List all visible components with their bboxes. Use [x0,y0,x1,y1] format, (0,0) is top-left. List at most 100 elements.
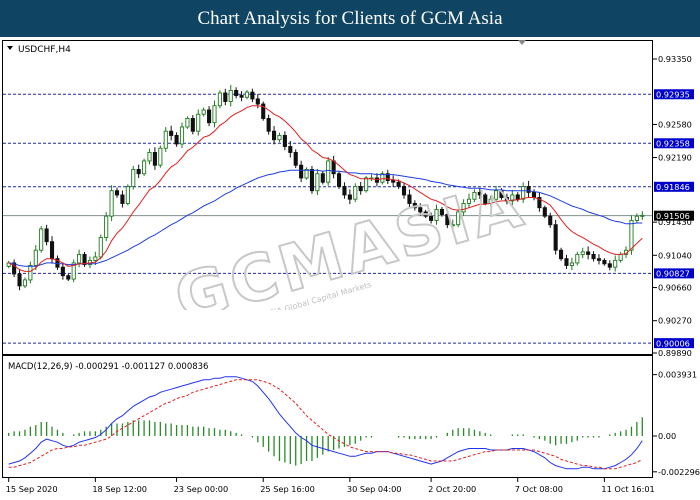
level-price-tag-label: 0.91846 [656,182,690,192]
candle-body [618,253,623,261]
price-tick-label: 0.92190 [658,153,692,163]
candle-body [77,253,82,264]
candle-body [174,135,179,145]
time-tick-label: 30 Sep 04:00 [347,484,402,494]
chart-shift-marker-icon [518,40,526,45]
candle-body [49,241,55,260]
candle-body [477,191,482,196]
candle-body [591,253,596,260]
candle-body [461,202,466,213]
candle-body [439,208,444,215]
candle-body [207,109,212,124]
candle-body [185,118,190,128]
candle-body [521,186,526,200]
candle-body [196,113,201,132]
candle-body [347,194,352,200]
candle-body [407,194,412,204]
candle-body [136,169,141,175]
candlestick-series [6,84,645,291]
candle-body [596,258,602,261]
candle-body [412,202,417,209]
candle-body [255,98,260,105]
candle-body [309,169,315,192]
candle-body [147,152,152,162]
candle-body [104,215,109,238]
level-price-tag-label: 0.92358 [656,139,690,149]
macd-histogram [8,417,643,466]
candle-body [515,194,520,200]
candle-body [228,89,233,102]
candle-body [494,190,499,200]
candle-body [634,215,639,221]
candle-body [553,224,558,251]
candle-body [142,160,147,175]
candle-body [93,256,98,261]
level-price-tag-label: 0.92935 [656,90,690,100]
chart-banner-title: Chart Analysis for Clients of GCM Asia [0,0,700,37]
candle-body [28,265,33,281]
time-tick-label: 25 Sep 16:00 [260,484,315,494]
candle-body [223,92,228,102]
candle-body [234,89,239,96]
price-tick-label: 0.91040 [658,250,692,260]
candle-body [559,249,564,260]
candle-body [152,152,157,166]
candle-body [169,130,174,136]
candle-body [244,91,250,98]
price-axis: 0.933500.925800.921900.914300.910400.906… [653,54,692,358]
candle-body [320,173,325,183]
candle-body [575,253,580,264]
candle-body [526,186,531,193]
candle-body [401,186,407,196]
candle-body [120,194,125,204]
time-tick-label: 18 Sep 12:00 [92,484,147,494]
candle-body [569,262,574,266]
time-tick-label: 15 Sep 2020 [6,484,58,494]
macd-axis: 0.003931 0.00 -0.002296 [653,370,700,477]
candle-body [293,152,298,166]
candle-body [22,279,28,287]
candle-body [548,215,553,226]
candle-body [114,190,120,196]
candle-body [640,214,645,217]
candle-body [336,173,342,187]
macd-tick-label: -0.002296 [658,467,700,477]
candle-body [531,191,537,198]
time-tick-label: 7 Oct 08:00 [515,484,563,494]
candle-body [39,228,44,251]
time-tick-label: 23 Sep 00:00 [174,484,229,494]
candle-body [299,164,304,179]
price-tick-label: 0.89890 [658,348,692,358]
candle-body [179,126,185,145]
candle-body [277,135,282,141]
candle-body [331,160,336,175]
level-price-tag-label: 0.90827 [656,269,690,279]
candle-body [131,169,136,187]
price-tick-label: 0.90270 [658,316,692,326]
candle-body [217,92,222,107]
price-tick-label: 0.92580 [658,119,692,129]
candle-body [342,186,347,196]
candle-body [613,259,618,268]
candle-body [266,118,271,132]
candle-body [607,263,612,268]
candle-body [391,180,396,183]
symbol-dropdown-icon[interactable] [7,46,13,50]
candle-body [66,275,71,280]
candle-body [542,207,547,217]
candle-body [98,236,103,258]
candle-body [272,130,277,141]
price-chart[interactable]: USDCHF,H4 0.933500.925800.921900.914300.… [0,37,700,500]
level-price-tag-label: 0.90006 [656,338,690,348]
candle-body [423,211,428,217]
candle-body [17,273,22,287]
macd-lines [8,376,643,470]
price-tick-label: 0.93350 [658,54,692,64]
candle-body [44,228,49,243]
candle-body [288,146,293,153]
candle-body [60,266,65,277]
macd-signal-line [8,379,643,470]
price-tick-label: 0.90660 [658,283,692,293]
macd-label: MACD(12,26,9) -0.000291 -0.001127 0.0008… [8,362,208,372]
candle-body [472,191,477,200]
